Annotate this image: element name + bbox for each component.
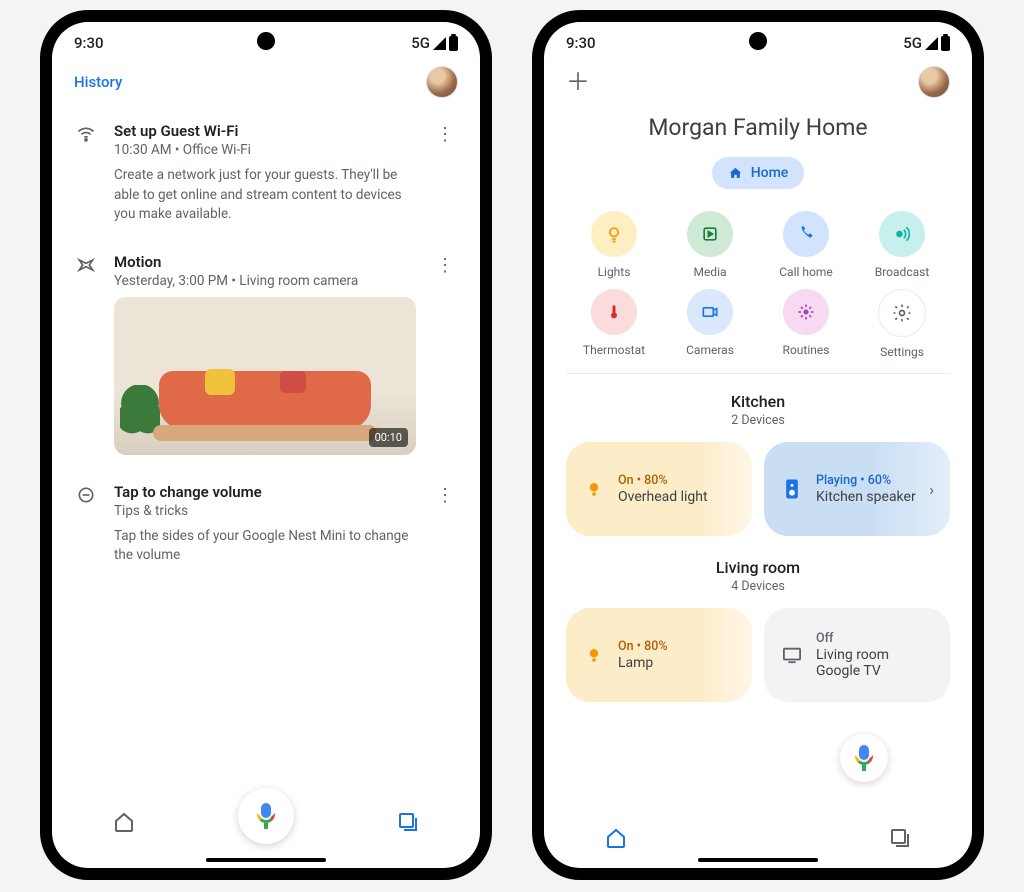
phone-left: 9:30 5G History Set up Guest Wi-Fi 10:30… bbox=[40, 10, 492, 880]
more-icon[interactable]: ⋮ bbox=[432, 122, 458, 225]
feed-subtitle: Tips & tricks bbox=[114, 503, 416, 519]
divider bbox=[566, 373, 950, 374]
feed-title: Set up Guest Wi-Fi bbox=[114, 122, 416, 140]
speaker-icon bbox=[780, 478, 804, 500]
add-button[interactable]: ＋ bbox=[566, 70, 590, 94]
device-status: On • 80% bbox=[618, 639, 668, 655]
shortcut-label: Media bbox=[662, 265, 758, 279]
thermostat-icon bbox=[591, 289, 637, 335]
shortcut-thermostat[interactable]: Thermostat bbox=[566, 289, 662, 359]
shortcut-broadcast[interactable]: Broadcast bbox=[854, 211, 950, 279]
signal-icon bbox=[925, 37, 938, 50]
battery-icon bbox=[449, 36, 458, 51]
device-status: Playing • 60% bbox=[816, 473, 916, 489]
more-icon[interactable]: ⋮ bbox=[432, 253, 458, 455]
bottom-nav bbox=[52, 788, 480, 868]
home-chip-label: Home bbox=[751, 165, 789, 181]
status-network: 5G bbox=[903, 34, 922, 52]
assistant-fab[interactable] bbox=[840, 734, 888, 782]
shortcut-settings[interactable]: Settings bbox=[854, 289, 950, 359]
device-status: On • 80% bbox=[618, 473, 708, 489]
history-link[interactable]: History bbox=[74, 73, 122, 91]
battery-icon bbox=[941, 36, 950, 51]
phone-icon bbox=[783, 211, 829, 257]
nav-home[interactable] bbox=[586, 826, 646, 850]
account-avatar[interactable] bbox=[918, 66, 950, 98]
bulb-icon bbox=[582, 479, 606, 499]
phone-right: 9:30 5G ＋ Morgan Family Home Home Lights bbox=[532, 10, 984, 880]
shortcut-label: Thermostat bbox=[566, 343, 662, 357]
front-camera bbox=[749, 32, 767, 50]
shortcut-grid: Lights Media Call home Broadcast Thermos… bbox=[566, 211, 950, 359]
nav-feed[interactable] bbox=[870, 826, 930, 850]
device-name: Overhead light bbox=[618, 489, 708, 505]
mic-icon bbox=[255, 803, 277, 829]
lightbulb-icon bbox=[591, 211, 637, 257]
nav-feed[interactable] bbox=[378, 810, 438, 834]
room-device-count: 4 Devices bbox=[566, 579, 950, 594]
routines-icon bbox=[783, 289, 829, 335]
camera-thumbnail[interactable]: 00:10 bbox=[114, 297, 416, 455]
shortcut-label: Broadcast bbox=[854, 265, 950, 279]
feed-description: Tap the sides of your Google Nest Mini t… bbox=[114, 527, 416, 566]
device-tile-kitchen-speaker[interactable]: Playing • 60% Kitchen speaker › bbox=[764, 442, 950, 536]
broadcast-icon bbox=[879, 211, 925, 257]
shortcut-media[interactable]: Media bbox=[662, 211, 758, 279]
mic-icon bbox=[853, 745, 875, 771]
signal-icon bbox=[433, 37, 446, 50]
camera-icon bbox=[687, 289, 733, 335]
feed-description: Create a network just for your guests. T… bbox=[114, 166, 416, 225]
shortcut-label: Settings bbox=[854, 345, 950, 359]
room-title: Kitchen bbox=[566, 392, 950, 411]
nav-home[interactable] bbox=[94, 810, 154, 834]
status-network: 5G bbox=[411, 34, 430, 52]
home-chip[interactable]: Home bbox=[712, 157, 805, 189]
feed-subtitle: 10:30 AM • Office Wi-Fi bbox=[114, 142, 416, 158]
shortcut-routines[interactable]: Routines bbox=[758, 289, 854, 359]
gear-icon bbox=[878, 289, 926, 337]
more-icon[interactable]: ⋮ bbox=[432, 483, 458, 566]
device-tile-lamp[interactable]: On • 80% Lamp bbox=[566, 608, 752, 702]
media-icon bbox=[687, 211, 733, 257]
device-tile-overhead-light[interactable]: On • 80% Overhead light bbox=[566, 442, 752, 536]
home-name: Morgan Family Home bbox=[566, 114, 950, 141]
shortcut-label: Cameras bbox=[662, 343, 758, 357]
front-camera bbox=[257, 32, 275, 50]
shortcut-lights[interactable]: Lights bbox=[566, 211, 662, 279]
feed-subtitle: Yesterday, 3:00 PM • Living room camera bbox=[114, 273, 416, 289]
feed-title: Tap to change volume bbox=[114, 483, 416, 501]
speaker-icon bbox=[74, 483, 98, 566]
wifi-icon bbox=[74, 122, 98, 225]
device-name: Kitchen speaker bbox=[816, 489, 916, 505]
shortcut-label: Routines bbox=[758, 343, 854, 357]
tv-icon bbox=[780, 646, 804, 664]
assistant-fab[interactable] bbox=[238, 788, 294, 844]
device-tile-google-tv[interactable]: Off Living room Google TV bbox=[764, 608, 950, 702]
feed-title: Motion bbox=[114, 253, 416, 271]
shortcut-call-home[interactable]: Call home bbox=[758, 211, 854, 279]
room-device-count: 2 Devices bbox=[566, 413, 950, 428]
home-indicator[interactable] bbox=[698, 858, 818, 862]
shortcut-cameras[interactable]: Cameras bbox=[662, 289, 758, 359]
video-duration: 00:10 bbox=[369, 428, 408, 447]
shortcut-label: Lights bbox=[566, 265, 662, 279]
shortcut-label: Call home bbox=[758, 265, 854, 279]
device-status: Off bbox=[816, 631, 934, 647]
device-name: Lamp bbox=[618, 655, 668, 671]
device-name: Living room Google TV bbox=[816, 647, 934, 679]
room-title: Living room bbox=[566, 558, 950, 577]
feed-item-tip[interactable]: Tap to change volume Tips & tricks Tap t… bbox=[74, 469, 458, 580]
feed-item-wifi[interactable]: Set up Guest Wi-Fi 10:30 AM • Office Wi-… bbox=[74, 108, 458, 239]
bulb-icon bbox=[582, 645, 606, 665]
motion-icon bbox=[74, 253, 98, 455]
status-time: 9:30 bbox=[566, 34, 596, 52]
status-time: 9:30 bbox=[74, 34, 104, 52]
chevron-right-icon: › bbox=[929, 480, 934, 499]
account-avatar[interactable] bbox=[426, 66, 458, 98]
feed-item-motion[interactable]: Motion Yesterday, 3:00 PM • Living room … bbox=[74, 239, 458, 469]
home-indicator[interactable] bbox=[206, 858, 326, 862]
